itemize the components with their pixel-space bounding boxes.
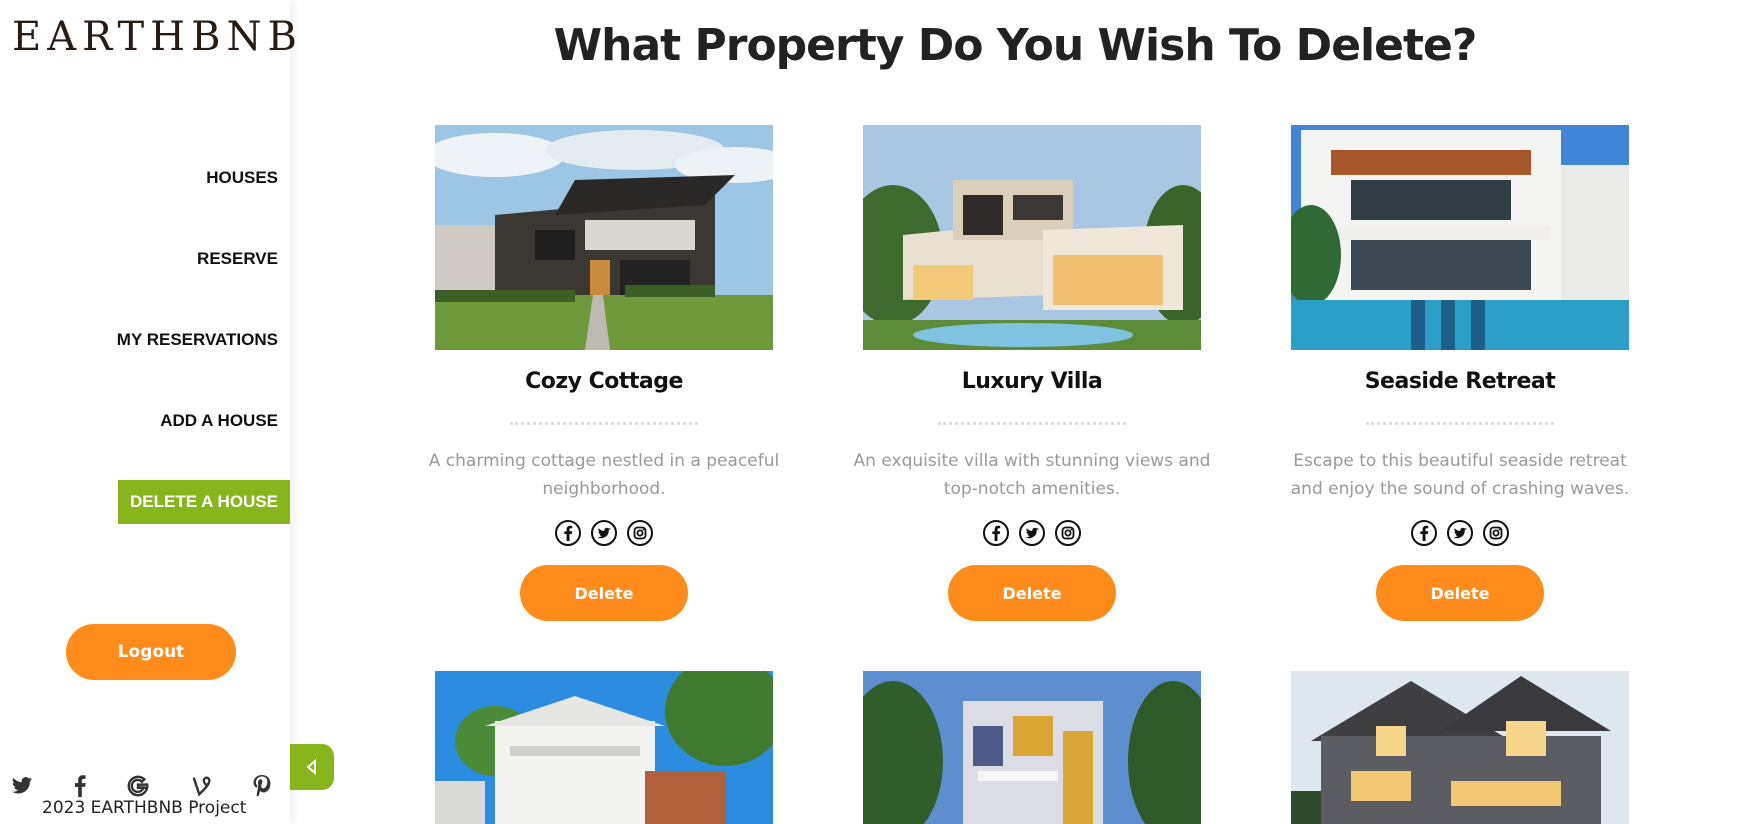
nav-item-delete-a-house[interactable]: DELETE A HOUSE — [118, 480, 290, 524]
twitter-circle-icon[interactable] — [1446, 519, 1474, 547]
share-icons — [1291, 519, 1629, 547]
property-photo — [435, 671, 773, 824]
delete-button[interactable]: Delete — [948, 565, 1116, 621]
chevron-left-icon — [306, 759, 316, 775]
property-description: Escape to this beautiful seaside retreat… — [1290, 451, 1630, 499]
property-card — [863, 671, 1201, 824]
property-name: Luxury Villa — [961, 369, 1103, 394]
main-content: What Property Do You Wish To Delete? Coz… — [290, 0, 1755, 824]
logout-button[interactable]: Logout — [66, 624, 236, 680]
property-photo — [1291, 671, 1629, 824]
instagram-circle-icon[interactable] — [1054, 519, 1082, 547]
twitter-circle-icon[interactable] — [1018, 519, 1046, 547]
page-title: What Property Do You Wish To Delete? — [553, 20, 1478, 71]
pinterest-icon[interactable] — [248, 772, 276, 800]
property-name: Cozy Cottage — [525, 369, 683, 394]
nav-item-add-a-house[interactable]: ADD A HOUSE — [160, 411, 278, 431]
twitter-circle-icon[interactable] — [590, 519, 618, 547]
vine-icon[interactable] — [188, 772, 216, 800]
divider — [938, 422, 1126, 425]
sidebar-collapse-toggle[interactable] — [290, 744, 334, 790]
delete-button[interactable]: Delete — [1376, 565, 1544, 621]
property-description: An exquisite villa with stunning views a… — [853, 451, 1211, 499]
property-card: Seaside Retreat Escape to this beautiful… — [1291, 125, 1629, 621]
property-photo — [863, 671, 1201, 824]
twitter-icon[interactable] — [8, 772, 36, 800]
delete-button[interactable]: Delete — [520, 565, 688, 621]
instagram-circle-icon[interactable] — [1482, 519, 1510, 547]
instagram-circle-icon[interactable] — [626, 519, 654, 547]
nav-item-reserve[interactable]: RESERVE — [197, 249, 278, 269]
nav-item-houses[interactable]: HOUSES — [206, 168, 278, 188]
facebook-circle-icon[interactable] — [982, 519, 1010, 547]
facebook-circle-icon[interactable] — [554, 519, 582, 547]
sidebar: EARTHBNB HOUSES RESERVE MY RESERVATIONS … — [0, 0, 297, 824]
property-photo — [435, 125, 773, 350]
brand-logo[interactable]: EARTHBNB — [12, 14, 303, 60]
facebook-icon[interactable] — [66, 772, 94, 800]
property-photo — [863, 125, 1201, 350]
divider — [510, 422, 698, 425]
property-card: Cozy Cottage A charming cottage nestled … — [429, 125, 779, 621]
divider — [1366, 422, 1554, 425]
property-description: A charming cottage nestled in a peaceful… — [428, 451, 780, 499]
facebook-circle-icon[interactable] — [1410, 519, 1438, 547]
property-card: Luxury Villa An exquisite villa with stu… — [854, 125, 1210, 621]
property-name: Seaside Retreat — [1364, 369, 1556, 394]
nav-item-my-reservations[interactable]: MY RESERVATIONS — [117, 330, 278, 350]
share-icons — [435, 519, 773, 547]
share-icons — [863, 519, 1201, 547]
property-photo — [1291, 125, 1629, 350]
footer-text: 2023 EARTHBNB Project — [42, 798, 247, 818]
google-icon[interactable] — [124, 772, 152, 800]
property-card — [435, 671, 773, 824]
property-card — [1291, 671, 1629, 824]
